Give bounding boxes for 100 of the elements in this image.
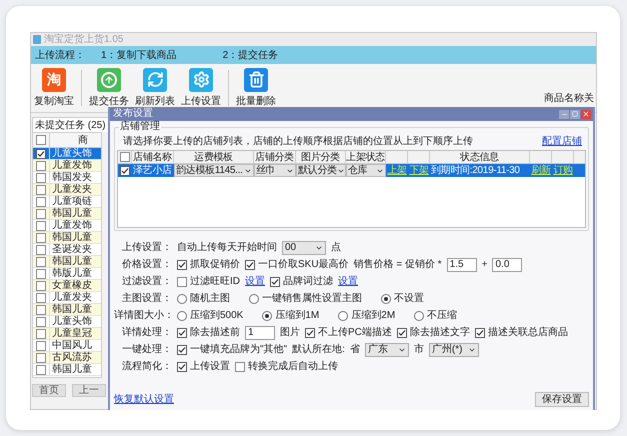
maximize-icon[interactable]: [570, 110, 580, 118]
app-icon: [33, 35, 41, 44]
task-row[interactable]: 儿童项链: [33, 196, 101, 208]
task-row[interactable]: 中国风儿: [33, 340, 101, 352]
cell-dropdown[interactable]: 默认分类: [296, 164, 346, 177]
checkbox[interactable]: [36, 196, 46, 206]
checkbox[interactable]: [177, 344, 187, 354]
row-link[interactable]: 上架: [387, 164, 407, 177]
checkbox[interactable]: [36, 256, 46, 266]
cell-dropdown[interactable]: 丝巾: [254, 164, 296, 177]
radio-button[interactable]: [338, 310, 348, 320]
checkbox[interactable]: [120, 166, 130, 176]
task-row[interactable]: 韩国儿童: [33, 304, 101, 316]
close-icon[interactable]: [581, 110, 591, 118]
dropdown[interactable]: 00: [282, 240, 326, 254]
checkbox[interactable]: [36, 172, 46, 182]
setting-text: 默认所在地:: [292, 342, 345, 357]
task-row[interactable]: 古风流苏: [33, 352, 101, 364]
checkbox[interactable]: [36, 280, 46, 290]
checkbox[interactable]: [36, 364, 46, 374]
toolbar-button[interactable]: 上传设置: [180, 68, 222, 108]
checkbox[interactable]: [36, 328, 46, 338]
radio-button[interactable]: [381, 294, 391, 304]
task-row[interactable]: 儿童头饰: [33, 316, 101, 328]
task-row[interactable]: 儿童发饰: [33, 160, 101, 172]
checkbox[interactable]: [270, 276, 280, 286]
dropdown[interactable]: 广东: [364, 342, 409, 356]
checkbox[interactable]: [177, 276, 187, 286]
checkbox[interactable]: [36, 208, 46, 218]
checkbox[interactable]: [36, 232, 46, 242]
task-row[interactable]: 韩国儿童: [33, 232, 101, 244]
taobao-logo-icon: 淘: [42, 68, 66, 92]
toolbar-button[interactable]: 淘 复制淘宝: [33, 68, 75, 108]
row-link[interactable]: 下架: [409, 164, 429, 177]
task-row[interactable]: 韩国发夹: [33, 172, 101, 184]
checkbox[interactable]: [177, 260, 187, 270]
checkbox[interactable]: [36, 135, 46, 145]
radio-button[interactable]: [177, 310, 187, 320]
shop-row[interactable]: 泽艺小店 韵达模板1145... 丝巾 默认分类 仓库 上架 下架 到期时间:2019-11-30 刷新 订购: [118, 164, 585, 177]
pager-button[interactable]: 首页: [32, 384, 66, 397]
input-field[interactable]: 0.0: [492, 258, 522, 272]
radio-button[interactable]: [262, 310, 272, 320]
row-link[interactable]: 刷新: [531, 164, 551, 177]
checkbox[interactable]: [36, 184, 46, 194]
pager-button[interactable]: 上一: [72, 384, 106, 397]
checkbox-label: 过滤旺旺ID: [190, 274, 240, 289]
checkbox[interactable]: [305, 328, 315, 338]
settings-link[interactable]: 设置: [245, 274, 265, 289]
task-row[interactable]: 儿童发夹: [33, 184, 101, 196]
cell-dropdown[interactable]: 韵达模板1145...: [174, 164, 254, 177]
checkbox-label: 除去描述文字: [410, 326, 470, 340]
checkbox[interactable]: [36, 148, 46, 158]
checkbox[interactable]: [396, 328, 407, 338]
toolbar-button[interactable]: 批量删除: [235, 68, 277, 108]
checkbox[interactable]: [235, 362, 245, 372]
checkbox[interactable]: [36, 220, 46, 230]
checkbox[interactable]: [120, 152, 130, 162]
toolbar-button[interactable]: 刷新列表: [134, 68, 176, 108]
task-row[interactable]: 韩国儿童: [33, 256, 101, 268]
checkbox[interactable]: [36, 244, 46, 254]
input-field[interactable]: 1: [245, 326, 275, 340]
task-row[interactable]: 韩国儿童: [33, 208, 101, 220]
task-row[interactable]: 儿童发饰: [33, 220, 101, 232]
reset-link[interactable]: 恢复默认设置: [114, 392, 174, 407]
checkbox[interactable]: [36, 292, 46, 302]
table-cell-text: 韩国儿童: [51, 364, 92, 375]
toolbar-button[interactable]: 提交任务: [88, 68, 130, 108]
tab[interactable]: 未提交任务 (25): [32, 117, 109, 132]
checkbox[interactable]: [474, 328, 485, 338]
config-link[interactable]: 配置店铺: [542, 134, 582, 148]
checkbox[interactable]: [36, 340, 46, 350]
radio-button[interactable]: [414, 310, 424, 320]
dropdown[interactable]: 广州(*): [428, 342, 480, 356]
save-button[interactable]: 保存设置: [535, 392, 589, 407]
checkbox[interactable]: [36, 316, 46, 326]
settings-link[interactable]: 设置: [338, 274, 358, 289]
checkbox[interactable]: [36, 268, 46, 278]
task-row[interactable]: 女童橡皮: [33, 280, 101, 292]
column-header: 店铺名称: [133, 150, 172, 164]
task-row[interactable]: 圣诞发夹: [33, 244, 101, 256]
search-label: 商品名称关: [544, 92, 594, 106]
row-link[interactable]: 订购: [553, 164, 573, 177]
minimize-icon[interactable]: [559, 110, 569, 118]
checkbox[interactable]: [177, 362, 187, 372]
checkbox[interactable]: [177, 328, 187, 338]
task-row[interactable]: 韩国儿童: [33, 364, 101, 376]
task-row[interactable]: 儿童头饰: [33, 148, 101, 160]
checkbox[interactable]: [36, 352, 46, 362]
table-cell-text: 泽艺小店: [132, 164, 173, 177]
radio-button[interactable]: [249, 294, 259, 304]
task-row[interactable]: 儿童皇冠: [33, 328, 101, 340]
input-field[interactable]: 1.5: [446, 258, 477, 272]
checkbox[interactable]: [36, 304, 46, 314]
radio-button[interactable]: [177, 294, 187, 304]
checkbox[interactable]: [36, 160, 46, 170]
checkbox[interactable]: [245, 260, 255, 270]
table-cell-text: 韩国儿童: [51, 208, 92, 219]
cell-dropdown[interactable]: 仓库: [346, 164, 386, 177]
task-row[interactable]: 儿童发夹: [33, 292, 101, 304]
task-row[interactable]: 韩版儿童: [33, 268, 101, 280]
